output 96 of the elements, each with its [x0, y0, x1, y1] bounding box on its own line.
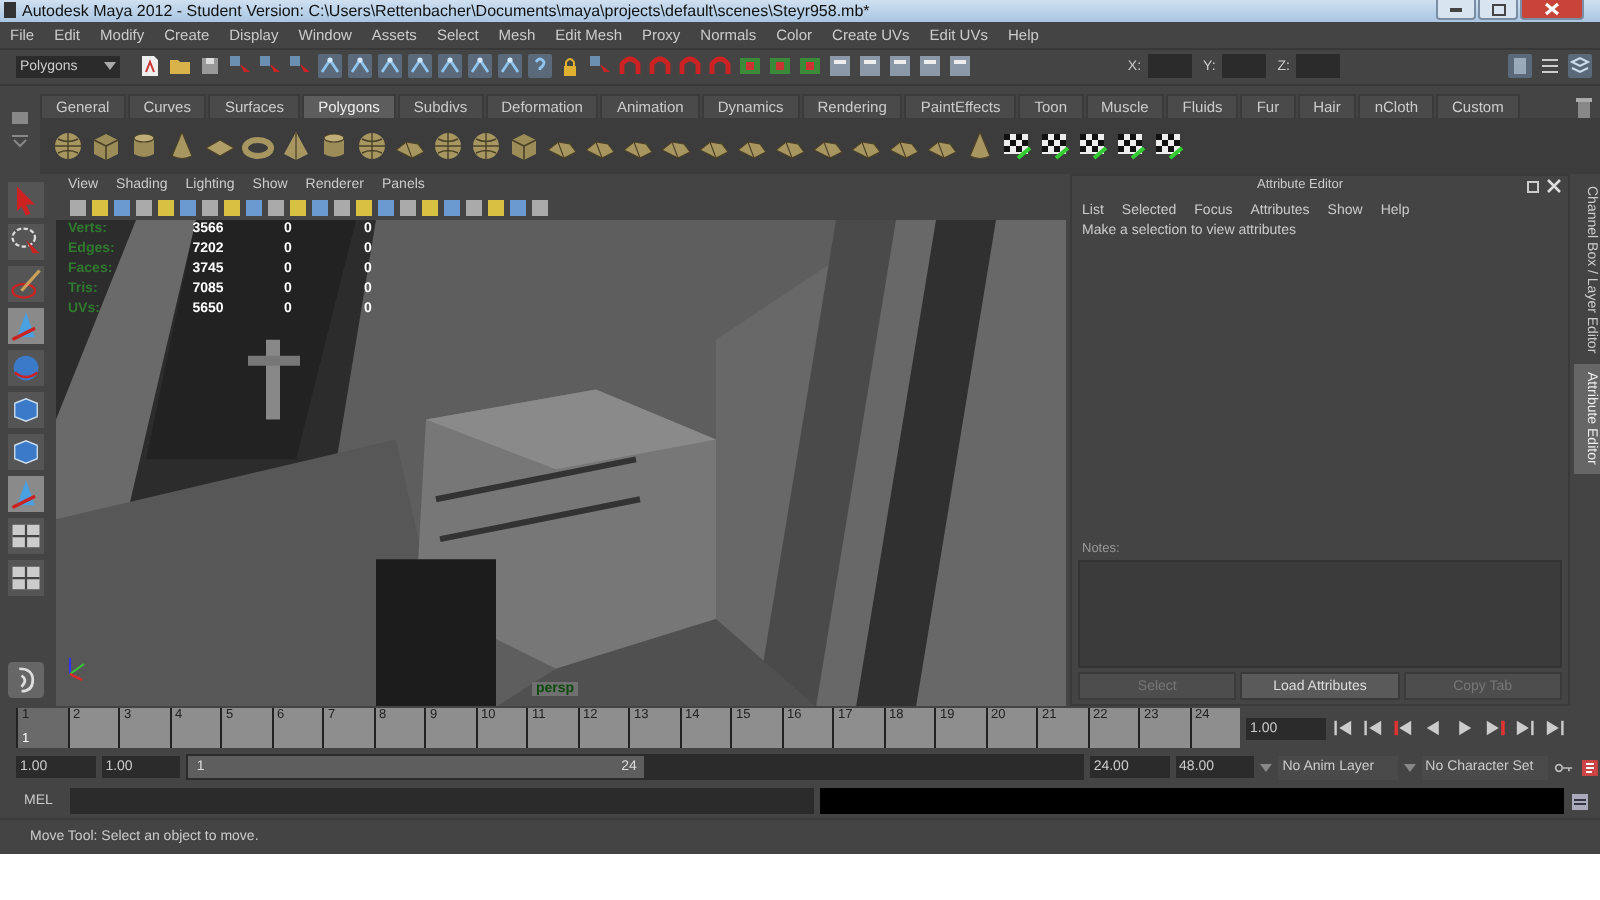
axis-icon [64, 654, 88, 683]
snap-icon[interactable] [438, 54, 462, 79]
list-icon[interactable] [1538, 54, 1562, 79]
close-icon [1544, 2, 1560, 16]
close-icon[interactable] [1546, 177, 1562, 194]
shading-icon[interactable] [134, 197, 154, 218]
shading-icon[interactable] [464, 197, 484, 218]
panel-icon[interactable] [858, 54, 882, 79]
snap-icon[interactable] [378, 54, 402, 79]
move-tool-icon[interactable] [8, 475, 44, 512]
playback-step-icon[interactable] [1362, 716, 1386, 741]
shading-icon[interactable] [266, 197, 286, 218]
checker-icon[interactable] [1078, 129, 1110, 162]
script-editor-icon[interactable] [8, 662, 44, 699]
snap-icon[interactable] [318, 54, 342, 79]
cube-icon[interactable] [8, 391, 44, 428]
shading-icon[interactable] [200, 197, 220, 218]
lock-icon[interactable] [558, 54, 582, 79]
shading-icon[interactable] [376, 197, 396, 218]
new-file-icon[interactable] [138, 54, 162, 79]
panel-icon[interactable] [1508, 54, 1532, 79]
shelf-menu-icon[interactable] [10, 132, 30, 149]
sphere-icon[interactable] [356, 129, 388, 162]
pyramid-icon[interactable] [280, 129, 312, 162]
shading-icon[interactable] [486, 197, 506, 218]
move-tool-icon[interactable] [8, 307, 44, 344]
float-icon[interactable] [1526, 177, 1542, 194]
cylinder-icon[interactable] [318, 129, 350, 162]
cube-icon[interactable] [90, 129, 122, 162]
shelf-tab-icon[interactable] [10, 110, 30, 127]
snap-icon[interactable] [348, 54, 372, 79]
shading-icon[interactable] [112, 197, 132, 218]
minimize-button[interactable] [1436, 0, 1476, 20]
shading-icon[interactable] [288, 197, 308, 218]
shading-icon[interactable] [156, 197, 176, 218]
shading-icon[interactable] [244, 197, 264, 218]
snap-icon[interactable] [408, 54, 432, 79]
checker-icon[interactable] [1116, 129, 1148, 162]
playback-step-icon[interactable] [1482, 716, 1506, 741]
sphere-icon[interactable] [52, 129, 84, 162]
coordinate-field[interactable] [1296, 54, 1340, 79]
shading-icon[interactable] [90, 197, 110, 218]
panel-icon[interactable] [918, 54, 942, 79]
cube-icon[interactable] [8, 433, 44, 470]
layers-icon[interactable] [1568, 54, 1592, 79]
coordinate-field[interactable] [1221, 54, 1266, 79]
close-button[interactable] [1520, 0, 1584, 20]
script-editor-icon[interactable] [1570, 791, 1590, 812]
trash-icon[interactable] [1576, 97, 1592, 118]
caret-icon[interactable] [1403, 763, 1416, 772]
playback-step-icon[interactable] [1332, 716, 1356, 741]
playback-step-icon[interactable] [1392, 716, 1416, 741]
shading-icon[interactable] [332, 197, 352, 218]
shading-icon[interactable] [420, 197, 440, 218]
panel-icon[interactable] [888, 54, 912, 79]
cube-icon[interactable] [508, 129, 540, 162]
shading-icon[interactable] [530, 197, 550, 218]
coordinate-field[interactable] [1147, 54, 1192, 79]
save-icon[interactable] [198, 54, 222, 79]
playback-step-icon[interactable] [1542, 716, 1566, 741]
caret-icon [104, 62, 116, 71]
paint-tool-icon[interactable] [8, 265, 44, 302]
cylinder-icon[interactable] [128, 129, 160, 162]
caret-icon[interactable] [1260, 763, 1273, 772]
shading-icon[interactable] [354, 197, 374, 218]
checker-icon[interactable] [1002, 129, 1034, 162]
layout-icon[interactable] [8, 517, 44, 554]
shading-icon[interactable] [398, 197, 418, 218]
shading-icon[interactable] [68, 197, 88, 218]
cone-icon[interactable] [964, 129, 996, 162]
lasso-tool-icon[interactable] [8, 223, 44, 260]
render-icon[interactable] [738, 54, 762, 79]
sphere-icon[interactable] [432, 129, 464, 162]
shading-icon[interactable] [178, 197, 198, 218]
checker-icon[interactable] [1154, 129, 1186, 162]
panel-icon[interactable] [948, 54, 972, 79]
window-title: Autodesk Maya 2012 - Student Version: C:\Users\Rettenbacher\Documents\maya\projects\default\scenes\Steyr958.mb* [22, 1, 870, 20]
preferences-icon[interactable] [1580, 757, 1600, 778]
layout-icon[interactable] [8, 559, 44, 596]
sphere-icon[interactable] [470, 129, 502, 162]
render-icon[interactable] [768, 54, 792, 79]
folder-icon[interactable] [168, 54, 192, 79]
maximize-button[interactable] [1478, 0, 1518, 20]
shading-icon[interactable] [508, 197, 528, 218]
snap-icon[interactable] [498, 54, 522, 79]
shading-icon[interactable] [442, 197, 462, 218]
shading-icon[interactable] [222, 197, 242, 218]
checker-icon[interactable] [1040, 129, 1072, 162]
snap-icon[interactable] [468, 54, 492, 79]
cone-icon[interactable] [166, 129, 198, 162]
playback-step-icon[interactable] [1512, 716, 1536, 741]
app-icon [4, 2, 16, 19]
help-icon[interactable] [528, 54, 552, 79]
shading-icon[interactable] [310, 197, 330, 218]
command-input[interactable] [70, 788, 814, 815]
panel-icon[interactable] [828, 54, 852, 79]
